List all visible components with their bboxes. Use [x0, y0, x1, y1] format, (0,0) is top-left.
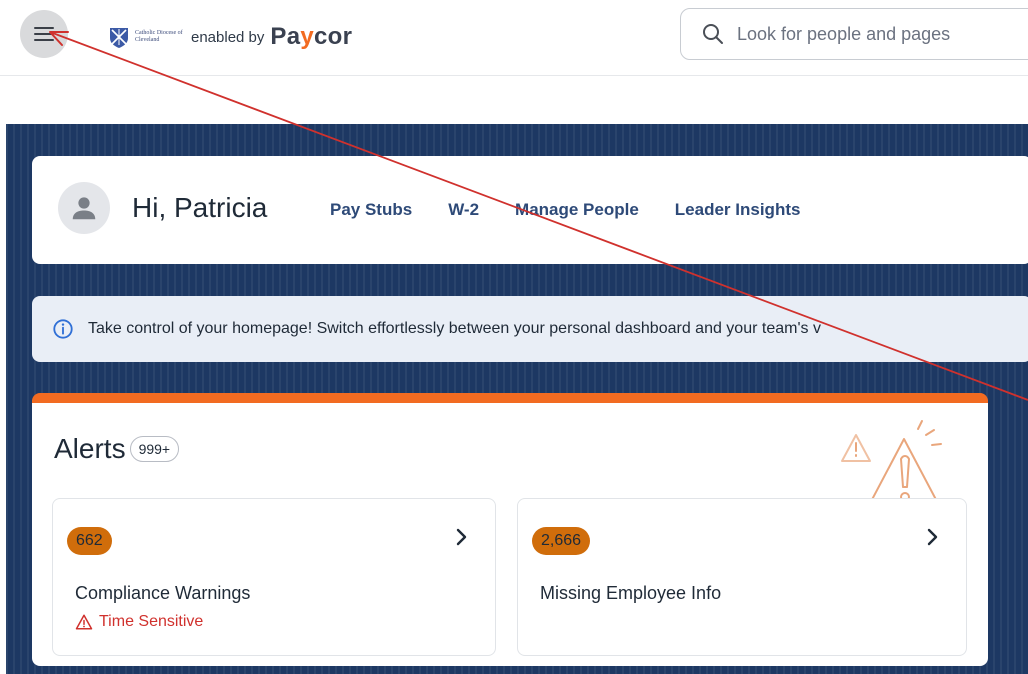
time-sensitive-flag: Time Sensitive: [75, 613, 203, 631]
missing-employee-info-tile[interactable]: 2,666 Missing Employee Info: [517, 498, 967, 656]
brand-logo[interactable]: Catholic Diocese of Cleveland enabled by…: [107, 23, 353, 50]
avatar-icon: [72, 197, 96, 220]
pay-stubs-link[interactable]: Pay Stubs: [330, 200, 412, 220]
diocese-text: Catholic Diocese of Cleveland: [135, 30, 183, 43]
search-box[interactable]: [680, 8, 1028, 60]
chevron-right-icon: [456, 528, 467, 546]
alerts-card: Alerts 999+ 662 Compliance Warnings Time…: [32, 393, 988, 666]
missing-employee-info-label: Missing Employee Info: [540, 583, 722, 603]
quick-links: Pay Stubs W-2 Manage People Leader Insig…: [330, 200, 836, 220]
manage-people-link[interactable]: Manage People: [515, 200, 639, 220]
menu-button[interactable]: [20, 10, 68, 58]
avatar[interactable]: [58, 182, 110, 234]
diocese-seal-icon: [110, 28, 128, 48]
banner-message: Take control of your homepage! Switch ef…: [88, 320, 821, 337]
enabled-by-text: enabled by: [191, 28, 265, 46]
compliance-warnings-tile[interactable]: 662 Compliance Warnings Time Sensitive: [52, 498, 496, 656]
chevron-right-icon: [927, 528, 938, 546]
w2-link[interactable]: W-2: [448, 200, 479, 220]
search-icon: [703, 24, 723, 44]
greeting-text: Hi, Patricia: [132, 192, 268, 223]
leader-insights-link[interactable]: Leader Insights: [675, 200, 801, 220]
menu-icon: [34, 27, 54, 41]
alerts-title: Alerts: [54, 433, 126, 464]
alerts-count-badge: 999+: [129, 436, 180, 462]
compliance-count-badge: 662: [67, 527, 112, 555]
top-bar: Catholic Diocese of Cleveland enabled by…: [0, 0, 1028, 76]
compliance-warnings-label: Compliance Warnings: [75, 583, 251, 603]
missing-info-count-badge: 2,666: [532, 527, 591, 555]
search-input[interactable]: [737, 23, 1028, 45]
paycor-wordmark: Paycor: [270, 23, 353, 50]
alerts-heading: Alerts 999+: [54, 433, 180, 465]
warning-triangle-icon: [75, 614, 93, 630]
greeting-card: Hi, Patricia Pay Stubs W-2 Manage People…: [32, 156, 1028, 264]
info-icon: [53, 319, 73, 339]
info-banner: Take control of your homepage! Switch ef…: [32, 296, 1028, 362]
time-sensitive-text: Time Sensitive: [99, 613, 204, 630]
